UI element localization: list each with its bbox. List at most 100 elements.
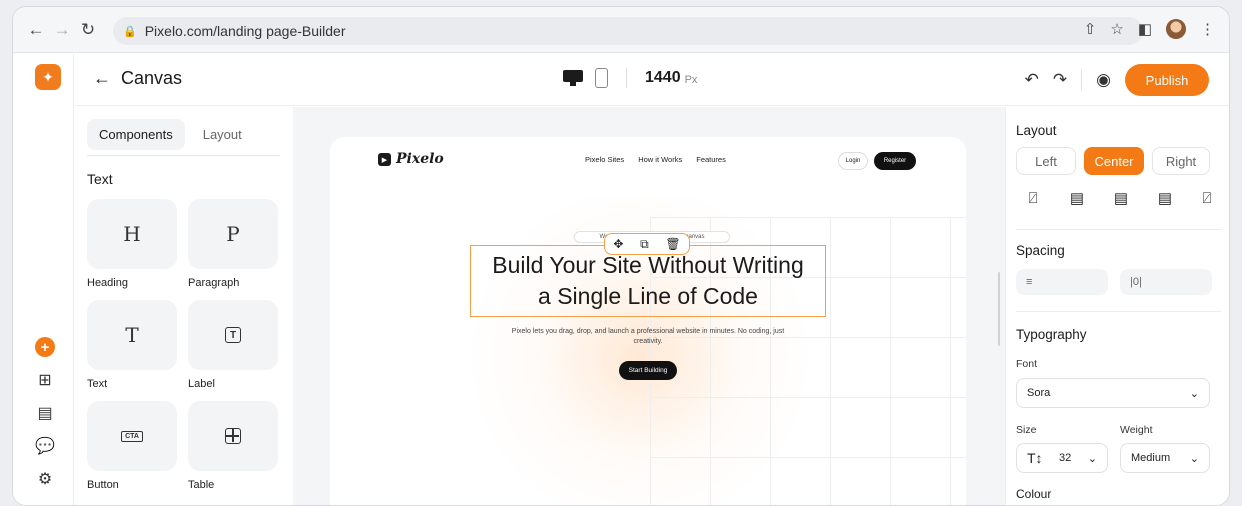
editor-header: ← Canvas 1440 Px ↶ ↷ ◉ Publish	[75, 54, 1229, 106]
bookmark-star-icon[interactable]: ☆	[1110, 20, 1123, 38]
reload-icon[interactable]: ↻	[75, 20, 101, 40]
canvas-width-unit: Px	[684, 73, 698, 86]
back-arrow-icon[interactable]: ←	[93, 68, 111, 89]
back-arrow-icon[interactable]: ←	[23, 20, 49, 40]
page-title: Canvas	[121, 68, 183, 88]
grid-icon[interactable]: ⊞	[35, 370, 55, 390]
chevron-down-icon: ⌄	[1087, 452, 1097, 465]
left-rail: ✦ + ⊞ ▤ 💬 ⚙	[13, 54, 74, 505]
site-cta-button[interactable]: Start Building	[619, 361, 677, 380]
duplicate-icon[interactable]: ⧉	[640, 237, 649, 252]
chat-icon[interactable]: 💬	[35, 436, 55, 456]
desktop-device-icon[interactable]	[563, 70, 583, 86]
align-center-button[interactable]: Center	[1084, 147, 1144, 175]
weight-value: Medium	[1131, 452, 1171, 464]
redo-icon[interactable]: ↷	[1053, 70, 1067, 90]
text-size-icon: T↕	[1027, 450, 1043, 466]
app-logo-icon[interactable]: ✦	[35, 64, 61, 90]
element-toolbar: ✥ ⧉ 🗑	[604, 233, 690, 255]
distribute-icon[interactable]: ⍁	[1196, 187, 1218, 209]
typography-title: Typography	[1016, 327, 1087, 342]
address-bar[interactable]: 🔒 Pixelo.com/landing page-Builder	[113, 17, 1143, 45]
size-value: 32	[1059, 452, 1072, 464]
table-component-card[interactable]	[188, 401, 278, 471]
canvas-width-value[interactable]: 1440	[645, 69, 681, 87]
chevron-down-icon: ⌄	[1189, 387, 1199, 400]
play-icon: ▶	[378, 152, 391, 166]
publish-button[interactable]: Publish	[1125, 64, 1209, 96]
site-nav: Pixelo Sites How it Works Features	[585, 155, 726, 164]
browser-toolbar: ← → ↻ 🔒 Pixelo.com/landing page-Builder …	[13, 7, 1229, 53]
document-icon[interactable]: ▤	[35, 403, 55, 423]
url-text: Pixelo.com/landing page-Builder	[144, 23, 346, 39]
align-right-button[interactable]: Right	[1152, 147, 1210, 175]
font-select[interactable]: Sora ⌄	[1016, 378, 1210, 408]
horizontal-spacing-field[interactable]: |0|	[1120, 269, 1212, 295]
forward-arrow-icon[interactable]: →	[49, 20, 75, 40]
button-component-card[interactable]: CTA	[87, 401, 177, 471]
selected-headline[interactable]: Build Your Site Without Writing a Single…	[470, 245, 826, 317]
settings-gear-icon[interactable]: ⚙	[35, 469, 55, 489]
vertical-spacing-icon: ≡	[1026, 276, 1033, 288]
divider	[1081, 70, 1083, 90]
align-left-icon[interactable]: ⍁	[1022, 187, 1044, 209]
label-component-card[interactable]: T	[188, 300, 278, 370]
text-component-card[interactable]: T	[87, 300, 177, 370]
site-subtext: Pixelo lets you drag, drop, and launch a…	[511, 328, 785, 345]
add-icon[interactable]: +	[35, 337, 55, 357]
lock-icon: 🔒	[123, 25, 137, 38]
vertical-spacing-field[interactable]: ≡	[1016, 269, 1108, 295]
component-label: Paragraph	[188, 277, 240, 289]
align-bottom-icon[interactable]: ▤	[1154, 187, 1176, 209]
align-top-icon[interactable]: ▤	[1066, 187, 1088, 209]
move-icon[interactable]: ✥	[613, 237, 623, 251]
align-left-button[interactable]: Left	[1016, 147, 1076, 175]
site-login-button[interactable]: Login	[838, 152, 868, 170]
colour-label: Colour	[1016, 487, 1052, 501]
site-nav-item[interactable]: Pixelo Sites	[585, 155, 624, 164]
divider	[1016, 311, 1221, 312]
site-preview: ▶ Pixelo Pixelo Sites How it Works Featur…	[330, 137, 966, 505]
component-label: Table	[188, 479, 215, 491]
delete-trash-icon[interactable]: 🗑	[665, 237, 680, 251]
app-frame: ← → ↻ 🔒 Pixelo.com/landing page-Builder …	[12, 6, 1230, 506]
component-label: Button	[87, 479, 119, 491]
font-value: Sora	[1027, 387, 1051, 399]
tab-components[interactable]: Components	[87, 119, 185, 150]
divider	[87, 155, 280, 156]
heading-glyph-icon: H	[123, 222, 141, 246]
align-middle-icon[interactable]: ▤	[1110, 187, 1132, 209]
component-label: Label	[188, 378, 215, 390]
component-label: Text	[87, 378, 108, 390]
table-glyph-icon	[225, 428, 241, 444]
site-nav-item[interactable]: Features	[696, 155, 726, 164]
size-select[interactable]: T↕ 32 ⌄	[1016, 443, 1108, 473]
sidebar-toggle-icon[interactable]: ◧	[1138, 20, 1152, 38]
heading-component-card[interactable]: H	[87, 199, 177, 269]
section-title: Text	[87, 171, 113, 187]
preview-eye-icon[interactable]: ◉	[1096, 70, 1111, 90]
components-panel: Components Layout Text H Heading P Parag…	[75, 107, 293, 505]
properties-panel: Layout Left Center Right ⍁ ▤ ▤ ▤ ⍁ Spaci…	[1005, 107, 1229, 505]
share-icon[interactable]: ⇧	[1084, 20, 1097, 38]
label-glyph-icon: T	[225, 327, 241, 343]
paragraph-component-card[interactable]: P	[188, 199, 278, 269]
undo-icon[interactable]: ↶	[1025, 70, 1039, 90]
weight-label: Weight	[1120, 424, 1153, 436]
tab-layout[interactable]: Layout	[191, 119, 254, 150]
site-logo[interactable]: ▶ Pixelo	[378, 151, 444, 167]
site-nav-item[interactable]: How it Works	[638, 155, 682, 164]
horizontal-spacing-icon: |0|	[1130, 276, 1142, 288]
size-label: Size	[1016, 424, 1037, 436]
site-register-button[interactable]: Register	[874, 152, 916, 170]
profile-avatar[interactable]	[1166, 19, 1186, 39]
divider	[626, 68, 627, 88]
font-label: Font	[1016, 358, 1038, 370]
button-glyph-icon: CTA	[121, 430, 143, 442]
more-menu-icon[interactable]: ⋮	[1200, 20, 1215, 38]
weight-select[interactable]: Medium ⌄	[1120, 443, 1210, 473]
canvas-scrollbar[interactable]	[998, 272, 1000, 346]
spacing-title: Spacing	[1016, 243, 1065, 258]
headline-line: a Single Line of Code	[538, 283, 758, 309]
mobile-device-icon[interactable]	[595, 68, 608, 88]
